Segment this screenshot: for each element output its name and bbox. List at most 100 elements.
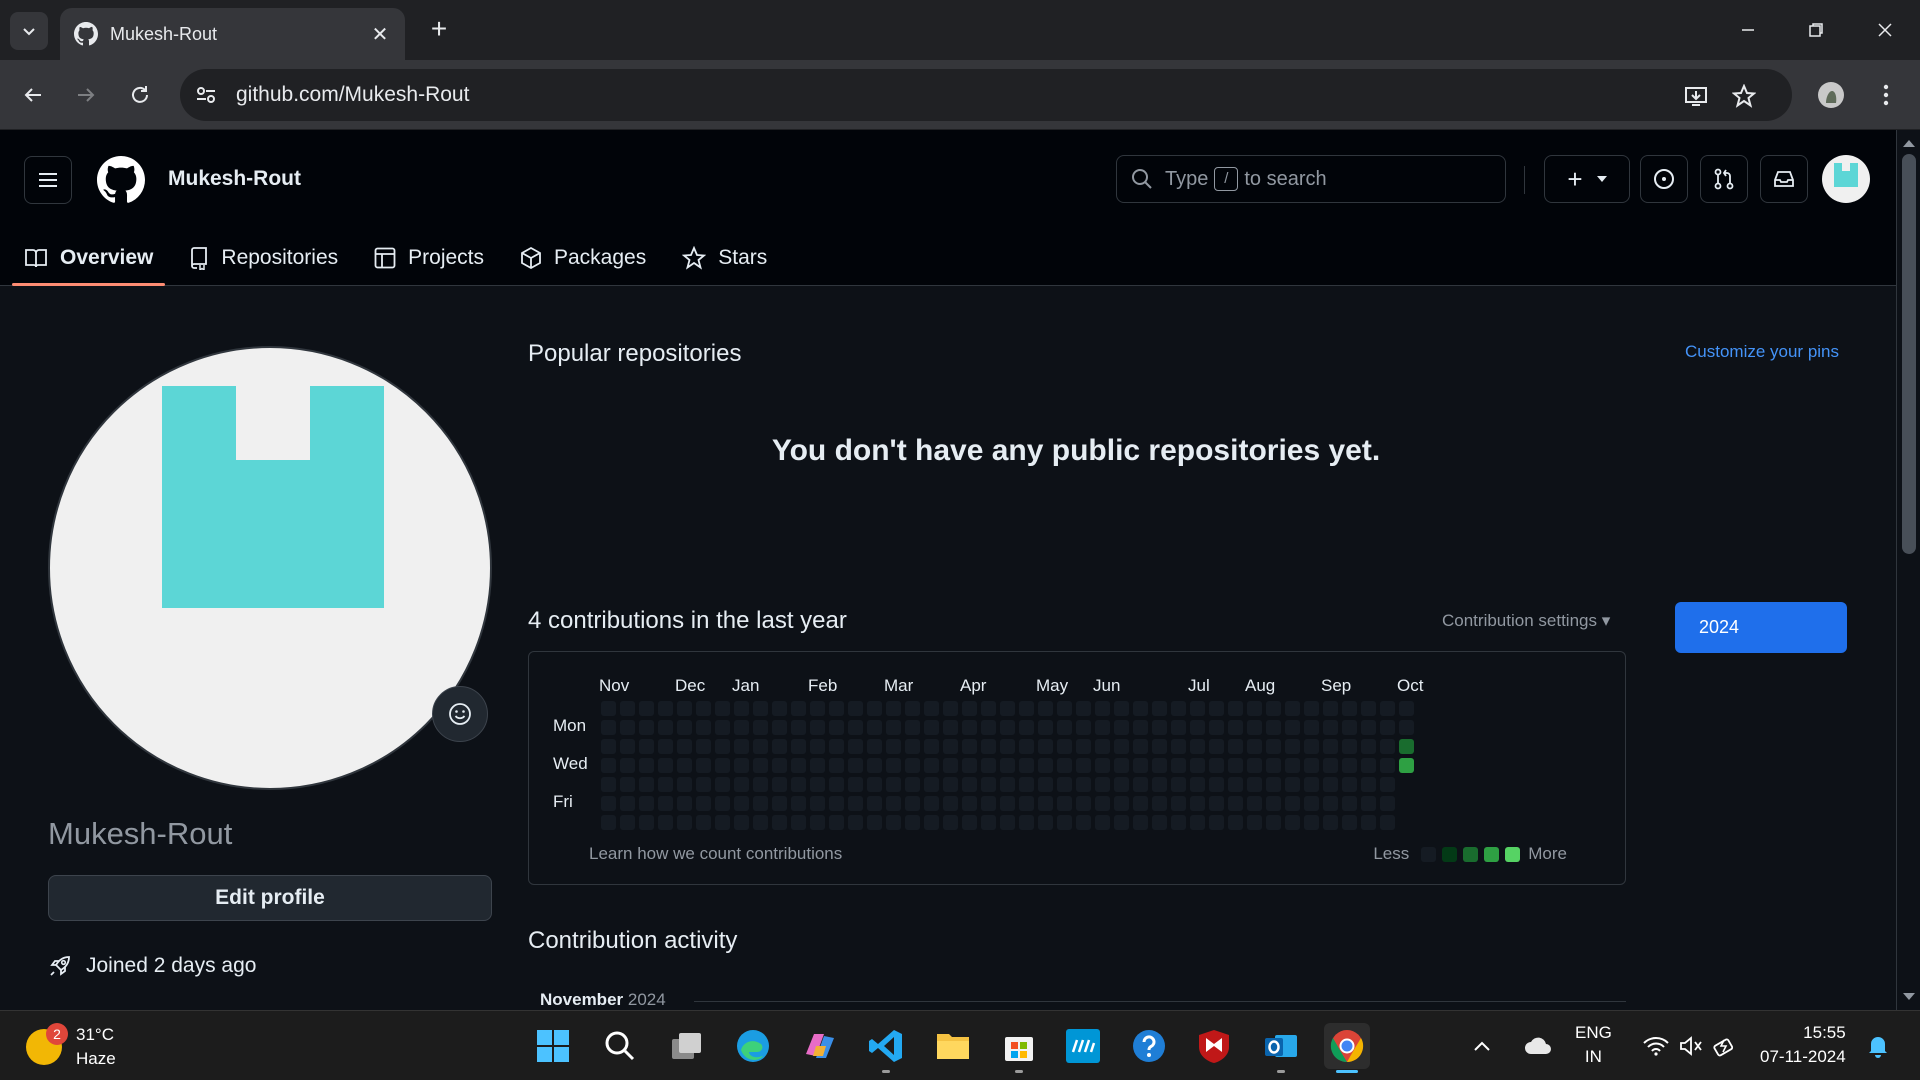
contribution-cell[interactable] — [924, 720, 939, 735]
contribution-cell[interactable] — [1057, 758, 1072, 773]
contribution-cell[interactable] — [1380, 720, 1395, 735]
contribution-cell[interactable] — [601, 777, 616, 792]
contribution-cell[interactable] — [962, 739, 977, 754]
contribution-cell[interactable] — [1095, 777, 1110, 792]
contribution-cell[interactable] — [715, 720, 730, 735]
contribution-cell[interactable] — [734, 758, 749, 773]
contribution-cell[interactable] — [791, 758, 806, 773]
contribution-cell[interactable] — [848, 701, 863, 716]
contribution-cell[interactable] — [867, 815, 882, 830]
contribution-cell[interactable] — [1209, 720, 1224, 735]
contribution-cell[interactable] — [1000, 758, 1015, 773]
contribution-cell[interactable] — [601, 815, 616, 830]
contribution-cell[interactable] — [1361, 720, 1376, 735]
contribution-cell[interactable] — [1000, 739, 1015, 754]
contribution-cell[interactable] — [1399, 720, 1414, 735]
contribution-cell[interactable] — [1076, 739, 1091, 754]
contribution-cell[interactable] — [715, 796, 730, 811]
tab-projects[interactable]: Projects — [374, 230, 484, 286]
contribution-cell[interactable] — [810, 701, 825, 716]
contribution-cell[interactable] — [1095, 815, 1110, 830]
contribution-cell[interactable] — [1323, 739, 1338, 754]
contribution-cell[interactable] — [1399, 758, 1414, 773]
contribution-cell[interactable] — [1285, 720, 1300, 735]
contribution-cell[interactable] — [1019, 777, 1034, 792]
contribution-cell[interactable] — [1323, 777, 1338, 792]
contribution-cell[interactable] — [1133, 777, 1148, 792]
contribution-cell[interactable] — [1114, 758, 1129, 773]
contribution-cell[interactable] — [1057, 796, 1072, 811]
contribution-cell[interactable] — [658, 796, 673, 811]
contribution-cell[interactable] — [1019, 720, 1034, 735]
contribution-cell[interactable] — [1209, 777, 1224, 792]
contribution-cell[interactable] — [1285, 796, 1300, 811]
contribution-cell[interactable] — [1380, 815, 1395, 830]
tab-search-button[interactable] — [10, 12, 48, 50]
taskbar-mcafee[interactable] — [1191, 1023, 1237, 1069]
contribution-cell[interactable] — [943, 758, 958, 773]
contribution-cell[interactable] — [1266, 777, 1281, 792]
contribution-cell[interactable] — [658, 758, 673, 773]
contribution-cell[interactable] — [810, 758, 825, 773]
contribution-cell[interactable] — [886, 701, 901, 716]
contribution-cell[interactable] — [829, 758, 844, 773]
contribution-cell[interactable] — [1266, 758, 1281, 773]
contribution-cell[interactable] — [1057, 777, 1072, 792]
create-new-button[interactable]: + — [1544, 155, 1630, 203]
contribution-cell[interactable] — [924, 758, 939, 773]
contribution-cell[interactable] — [924, 777, 939, 792]
contribution-cell[interactable] — [1304, 777, 1319, 792]
tab-repositories[interactable]: Repositories — [189, 230, 338, 286]
contribution-cell[interactable] — [696, 720, 711, 735]
contribution-cell[interactable] — [1247, 701, 1262, 716]
contribution-cell[interactable] — [1133, 758, 1148, 773]
contribution-cell[interactable] — [1266, 720, 1281, 735]
contribution-cell[interactable] — [1361, 758, 1376, 773]
contribution-cell[interactable] — [753, 739, 768, 754]
install-app-icon[interactable] — [1683, 83, 1709, 109]
contribution-cell[interactable] — [1038, 815, 1053, 830]
contribution-cell[interactable] — [1285, 815, 1300, 830]
contribution-cell[interactable] — [981, 701, 996, 716]
contribution-cell[interactable] — [1133, 701, 1148, 716]
contribution-cell[interactable] — [1171, 777, 1186, 792]
contribution-cell[interactable] — [1209, 701, 1224, 716]
contribution-cell[interactable] — [1304, 796, 1319, 811]
contribution-cell[interactable] — [1228, 777, 1243, 792]
contribution-cell[interactable] — [1019, 701, 1034, 716]
contribution-cell[interactable] — [791, 777, 806, 792]
menu-button[interactable] — [24, 156, 72, 204]
contribution-cell[interactable] — [1209, 739, 1224, 754]
contribution-cell[interactable] — [1342, 777, 1357, 792]
contribution-cell[interactable] — [1038, 758, 1053, 773]
contribution-cell[interactable] — [696, 796, 711, 811]
contribution-cell[interactable] — [829, 796, 844, 811]
taskbar-chrome[interactable] — [1324, 1023, 1370, 1073]
contribution-cell[interactable] — [1304, 720, 1319, 735]
contribution-cell[interactable] — [658, 720, 673, 735]
contribution-cell[interactable] — [1000, 815, 1015, 830]
contribution-cell[interactable] — [1266, 739, 1281, 754]
contribution-cell[interactable] — [924, 796, 939, 811]
contribution-cell[interactable] — [1361, 739, 1376, 754]
contribution-cell[interactable] — [1304, 701, 1319, 716]
contribution-cell[interactable] — [601, 701, 616, 716]
customize-pins-link[interactable]: Customize your pins — [1685, 342, 1839, 362]
contribution-cell[interactable] — [905, 815, 920, 830]
contribution-cell[interactable] — [1000, 777, 1015, 792]
tab-packages[interactable]: Packages — [520, 230, 646, 286]
contribution-cell[interactable] — [677, 758, 692, 773]
contribution-cell[interactable] — [1342, 796, 1357, 811]
contribution-cell[interactable] — [1380, 739, 1395, 754]
contribution-cell[interactable] — [943, 815, 958, 830]
contribution-cell[interactable] — [1152, 758, 1167, 773]
contribution-cell[interactable] — [791, 701, 806, 716]
contribution-cell[interactable] — [620, 777, 635, 792]
contribution-cell[interactable] — [848, 739, 863, 754]
page-scrollbar[interactable] — [1896, 130, 1920, 1010]
contribution-cell[interactable] — [1380, 777, 1395, 792]
contribution-cell[interactable] — [943, 777, 958, 792]
contribution-cell[interactable] — [1190, 796, 1205, 811]
contribution-cell[interactable] — [1038, 720, 1053, 735]
taskbar-myhp[interactable] — [1060, 1023, 1106, 1069]
